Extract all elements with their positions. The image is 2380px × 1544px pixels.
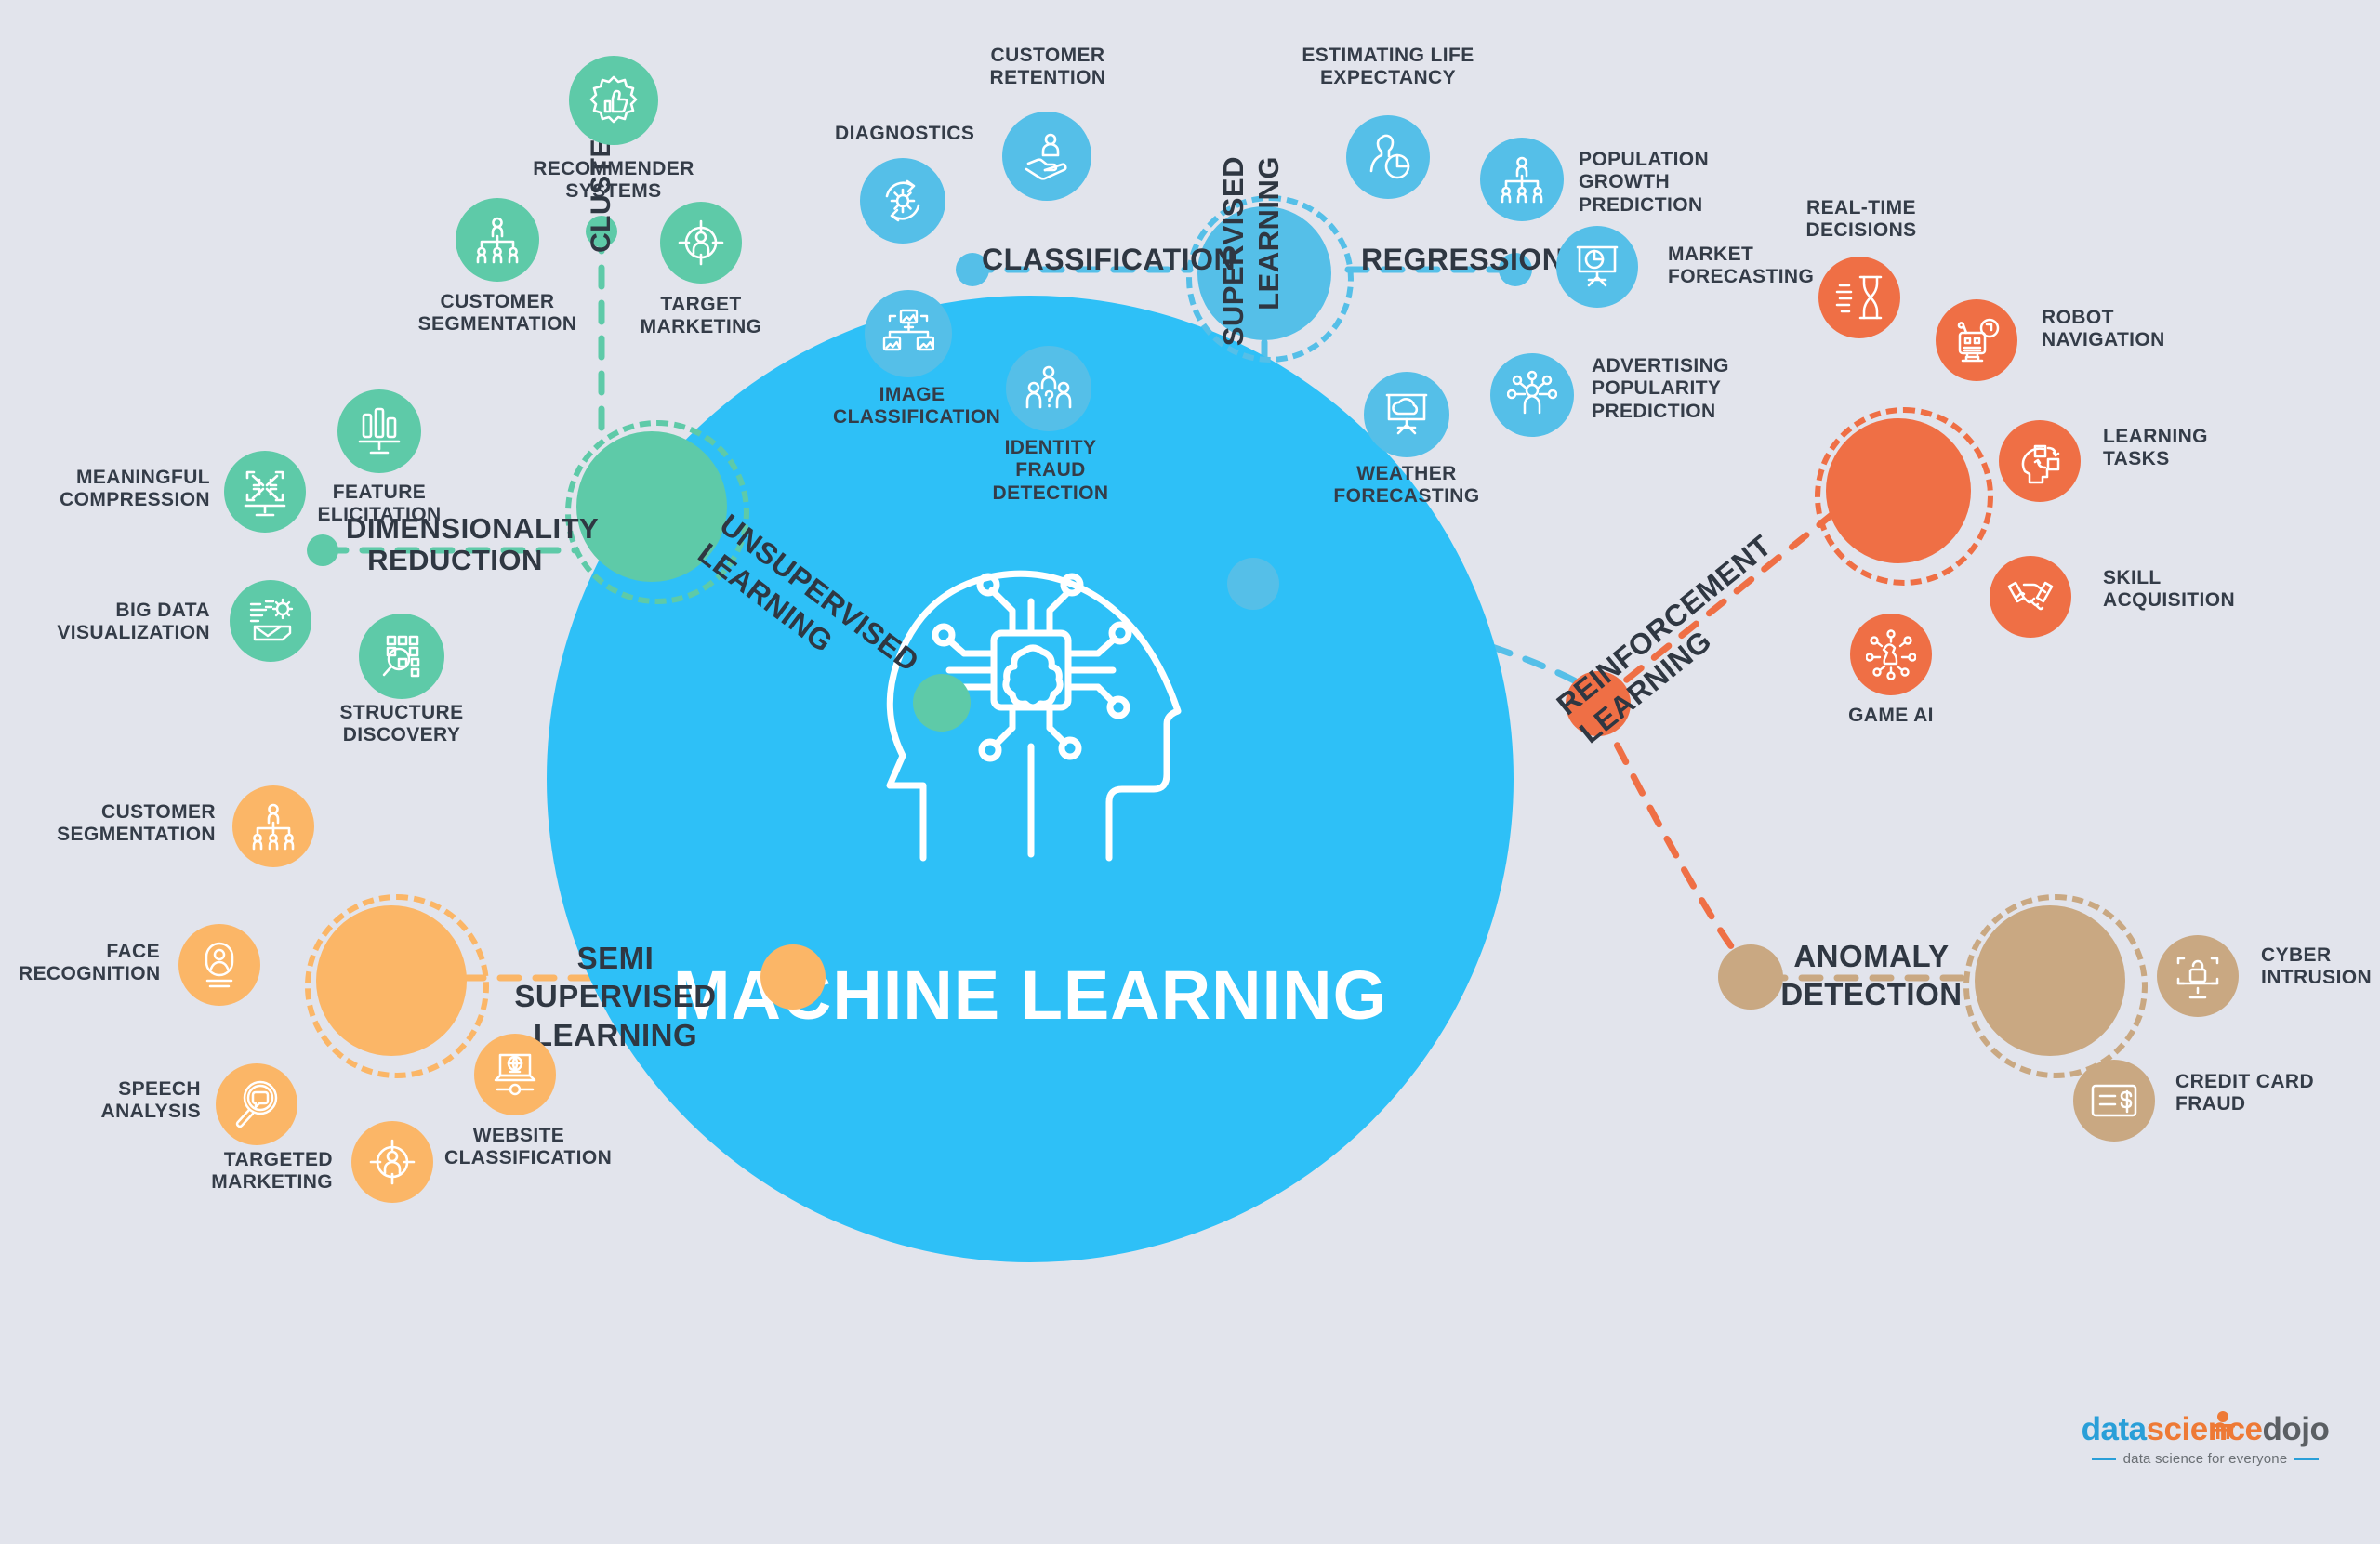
monitor-lock-icon bbox=[2157, 935, 2239, 1017]
reinforcement-hub[interactable] bbox=[1826, 418, 1971, 563]
branch-title-classification: CLASSIFICATION bbox=[982, 243, 1236, 276]
presentation-pie-icon bbox=[1556, 226, 1638, 308]
chess-knight-network-icon bbox=[1850, 614, 1932, 695]
logo-rule-left bbox=[2091, 1458, 2116, 1460]
semi-supervised-hub[interactable] bbox=[316, 905, 467, 1056]
person-pie-chart-icon bbox=[1346, 115, 1430, 199]
infographic-canvas: MACHINE LEARNING CLUSTERING DIMENSIONALI… bbox=[0, 0, 2380, 1544]
branch-title-anomaly-detection: ANOMALY DETECTION bbox=[1780, 939, 1963, 1012]
hourglass-data-icon bbox=[1818, 257, 1900, 338]
logo-wordmark: datasciencedojo bbox=[2066, 1413, 2345, 1445]
image-screens-icon bbox=[865, 290, 952, 377]
anomaly-hub[interactable] bbox=[1975, 905, 2125, 1056]
thumbs-up-badge-icon bbox=[569, 56, 658, 145]
unsupervised-connector-dot bbox=[913, 674, 971, 732]
credit-card-dollar-icon bbox=[2073, 1060, 2155, 1142]
torii-gate-icon bbox=[2211, 1411, 2235, 1439]
head-swap-blocks-icon bbox=[1999, 420, 2081, 502]
bar-chart-monitor-icon bbox=[337, 389, 421, 473]
presentation-cloud-icon bbox=[1364, 372, 1449, 457]
laptop-globe-icon bbox=[474, 1034, 556, 1115]
gear-refresh-icon bbox=[860, 158, 945, 244]
person-network-icon bbox=[1490, 353, 1574, 437]
branch-title-supervised-learning: SUPERVISED LEARNING bbox=[1217, 156, 1285, 347]
branch-title-regression: REGRESSION bbox=[1361, 243, 1565, 276]
logo-part-data: data bbox=[2081, 1411, 2147, 1447]
logo-tagline-row: data science for everyone bbox=[2066, 1451, 2345, 1467]
data-flow-gear-icon bbox=[230, 580, 311, 662]
people-question-icon bbox=[1006, 346, 1091, 431]
target-person-icon bbox=[660, 202, 742, 284]
org-chart-people-icon bbox=[456, 198, 539, 282]
org-chart-people-icon bbox=[232, 785, 314, 867]
logo-tagline: data science for everyone bbox=[2122, 1451, 2288, 1467]
supervised-connector-dot bbox=[1227, 558, 1279, 610]
handshake-icon bbox=[1990, 556, 2071, 638]
logo-part-dojo: dojo bbox=[2262, 1411, 2330, 1447]
logo-rule-right bbox=[2294, 1458, 2320, 1460]
org-chart-people-icon bbox=[1480, 138, 1564, 221]
dimensionality-reduction-dot bbox=[307, 534, 338, 566]
magnifier-speech-icon bbox=[216, 1063, 298, 1145]
semi-supervised-connector-dot bbox=[760, 944, 826, 1010]
magnifier-grid-icon bbox=[359, 614, 444, 699]
robot-icon bbox=[1936, 299, 2017, 381]
compress-arrows-monitor-icon bbox=[224, 451, 306, 533]
hand-holding-person-icon bbox=[1002, 112, 1091, 201]
branch-title-reinforcement-learning: REINFORCEMENT LEARNING bbox=[1550, 528, 1778, 750]
face-id-icon bbox=[178, 924, 260, 1006]
datasciencedojo-logo[interactable]: datasciencedojo data science for everyon… bbox=[2066, 1411, 2345, 1467]
logo-part-science: science bbox=[2146, 1411, 2263, 1447]
target-person-icon bbox=[351, 1121, 433, 1203]
